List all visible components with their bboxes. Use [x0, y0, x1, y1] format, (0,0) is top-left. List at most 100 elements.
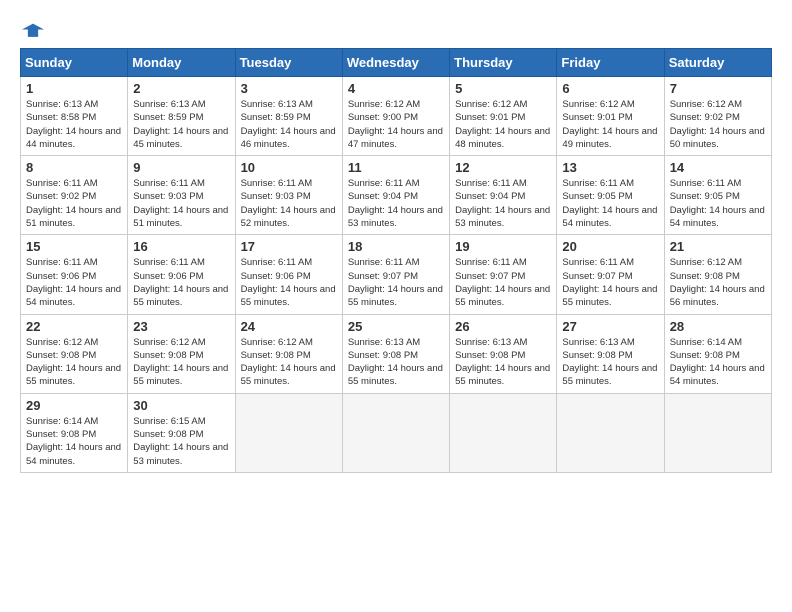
day-info: Sunrise: 6:14 AM Sunset: 9:08 PM Dayligh… [670, 336, 766, 389]
day-info: Sunrise: 6:11 AM Sunset: 9:06 PM Dayligh… [241, 256, 337, 309]
calendar-day: 10 Sunrise: 6:11 AM Sunset: 9:03 PM Dayl… [235, 156, 342, 235]
calendar-day: 8 Sunrise: 6:11 AM Sunset: 9:02 PM Dayli… [21, 156, 128, 235]
calendar-day: 21 Sunrise: 6:12 AM Sunset: 9:08 PM Dayl… [664, 235, 771, 314]
day-info: Sunrise: 6:12 AM Sunset: 9:08 PM Dayligh… [670, 256, 766, 309]
header-monday: Monday [128, 49, 235, 77]
calendar-day: 27 Sunrise: 6:13 AM Sunset: 9:08 PM Dayl… [557, 314, 664, 393]
calendar-day-empty [235, 393, 342, 472]
calendar-day: 30 Sunrise: 6:15 AM Sunset: 9:08 PM Dayl… [128, 393, 235, 472]
day-info: Sunrise: 6:12 AM Sunset: 9:08 PM Dayligh… [133, 336, 229, 389]
logo [20, 20, 44, 38]
calendar-day: 7 Sunrise: 6:12 AM Sunset: 9:02 PM Dayli… [664, 77, 771, 156]
day-number: 2 [133, 81, 229, 96]
day-number: 5 [455, 81, 551, 96]
day-number: 18 [348, 239, 444, 254]
calendar-day-empty [342, 393, 449, 472]
day-number: 24 [241, 319, 337, 334]
day-number: 7 [670, 81, 766, 96]
day-info: Sunrise: 6:14 AM Sunset: 9:08 PM Dayligh… [26, 415, 122, 468]
day-number: 1 [26, 81, 122, 96]
day-number: 19 [455, 239, 551, 254]
calendar-day: 22 Sunrise: 6:12 AM Sunset: 9:08 PM Dayl… [21, 314, 128, 393]
day-number: 11 [348, 160, 444, 175]
day-number: 14 [670, 160, 766, 175]
calendar-day: 28 Sunrise: 6:14 AM Sunset: 9:08 PM Dayl… [664, 314, 771, 393]
day-number: 10 [241, 160, 337, 175]
calendar-day-empty [450, 393, 557, 472]
day-info: Sunrise: 6:11 AM Sunset: 9:03 PM Dayligh… [133, 177, 229, 230]
calendar-day: 20 Sunrise: 6:11 AM Sunset: 9:07 PM Dayl… [557, 235, 664, 314]
calendar-week-row: 22 Sunrise: 6:12 AM Sunset: 9:08 PM Dayl… [21, 314, 772, 393]
day-number: 26 [455, 319, 551, 334]
header-tuesday: Tuesday [235, 49, 342, 77]
calendar-day: 4 Sunrise: 6:12 AM Sunset: 9:00 PM Dayli… [342, 77, 449, 156]
calendar-day: 26 Sunrise: 6:13 AM Sunset: 9:08 PM Dayl… [450, 314, 557, 393]
logo-icon [22, 20, 44, 42]
day-info: Sunrise: 6:13 AM Sunset: 9:08 PM Dayligh… [562, 336, 658, 389]
calendar-week-row: 1 Sunrise: 6:13 AM Sunset: 8:58 PM Dayli… [21, 77, 772, 156]
day-number: 3 [241, 81, 337, 96]
calendar-day: 6 Sunrise: 6:12 AM Sunset: 9:01 PM Dayli… [557, 77, 664, 156]
calendar-day: 2 Sunrise: 6:13 AM Sunset: 8:59 PM Dayli… [128, 77, 235, 156]
calendar-day: 29 Sunrise: 6:14 AM Sunset: 9:08 PM Dayl… [21, 393, 128, 472]
calendar-day: 19 Sunrise: 6:11 AM Sunset: 9:07 PM Dayl… [450, 235, 557, 314]
day-info: Sunrise: 6:11 AM Sunset: 9:04 PM Dayligh… [348, 177, 444, 230]
day-number: 4 [348, 81, 444, 96]
calendar-day: 23 Sunrise: 6:12 AM Sunset: 9:08 PM Dayl… [128, 314, 235, 393]
calendar-day: 24 Sunrise: 6:12 AM Sunset: 9:08 PM Dayl… [235, 314, 342, 393]
day-info: Sunrise: 6:11 AM Sunset: 9:07 PM Dayligh… [348, 256, 444, 309]
day-info: Sunrise: 6:13 AM Sunset: 8:59 PM Dayligh… [133, 98, 229, 151]
calendar-day: 18 Sunrise: 6:11 AM Sunset: 9:07 PM Dayl… [342, 235, 449, 314]
day-info: Sunrise: 6:11 AM Sunset: 9:06 PM Dayligh… [133, 256, 229, 309]
day-number: 21 [670, 239, 766, 254]
header-wednesday: Wednesday [342, 49, 449, 77]
header-friday: Friday [557, 49, 664, 77]
calendar-day: 3 Sunrise: 6:13 AM Sunset: 8:59 PM Dayli… [235, 77, 342, 156]
calendar-header-row: SundayMondayTuesdayWednesdayThursdayFrid… [21, 49, 772, 77]
day-info: Sunrise: 6:13 AM Sunset: 8:59 PM Dayligh… [241, 98, 337, 151]
day-info: Sunrise: 6:12 AM Sunset: 9:02 PM Dayligh… [670, 98, 766, 151]
day-info: Sunrise: 6:13 AM Sunset: 9:08 PM Dayligh… [455, 336, 551, 389]
calendar-day-empty [557, 393, 664, 472]
day-number: 25 [348, 319, 444, 334]
day-info: Sunrise: 6:12 AM Sunset: 9:08 PM Dayligh… [241, 336, 337, 389]
calendar-day: 1 Sunrise: 6:13 AM Sunset: 8:58 PM Dayli… [21, 77, 128, 156]
calendar-day: 15 Sunrise: 6:11 AM Sunset: 9:06 PM Dayl… [21, 235, 128, 314]
day-info: Sunrise: 6:13 AM Sunset: 9:08 PM Dayligh… [348, 336, 444, 389]
day-info: Sunrise: 6:11 AM Sunset: 9:06 PM Dayligh… [26, 256, 122, 309]
day-info: Sunrise: 6:11 AM Sunset: 9:07 PM Dayligh… [562, 256, 658, 309]
calendar-day-empty [664, 393, 771, 472]
day-number: 17 [241, 239, 337, 254]
day-info: Sunrise: 6:12 AM Sunset: 9:01 PM Dayligh… [455, 98, 551, 151]
calendar-day: 17 Sunrise: 6:11 AM Sunset: 9:06 PM Dayl… [235, 235, 342, 314]
day-number: 16 [133, 239, 229, 254]
header-sunday: Sunday [21, 49, 128, 77]
day-number: 27 [562, 319, 658, 334]
calendar-table: SundayMondayTuesdayWednesdayThursdayFrid… [20, 48, 772, 473]
day-number: 29 [26, 398, 122, 413]
day-info: Sunrise: 6:15 AM Sunset: 9:08 PM Dayligh… [133, 415, 229, 468]
day-number: 30 [133, 398, 229, 413]
day-number: 15 [26, 239, 122, 254]
day-number: 23 [133, 319, 229, 334]
calendar-day: 25 Sunrise: 6:13 AM Sunset: 9:08 PM Dayl… [342, 314, 449, 393]
day-number: 6 [562, 81, 658, 96]
calendar-day: 9 Sunrise: 6:11 AM Sunset: 9:03 PM Dayli… [128, 156, 235, 235]
day-info: Sunrise: 6:12 AM Sunset: 9:01 PM Dayligh… [562, 98, 658, 151]
day-info: Sunrise: 6:11 AM Sunset: 9:02 PM Dayligh… [26, 177, 122, 230]
calendar-day: 13 Sunrise: 6:11 AM Sunset: 9:05 PM Dayl… [557, 156, 664, 235]
calendar-week-row: 15 Sunrise: 6:11 AM Sunset: 9:06 PM Dayl… [21, 235, 772, 314]
page-header [20, 20, 772, 38]
day-number: 8 [26, 160, 122, 175]
day-info: Sunrise: 6:12 AM Sunset: 9:00 PM Dayligh… [348, 98, 444, 151]
calendar-day: 16 Sunrise: 6:11 AM Sunset: 9:06 PM Dayl… [128, 235, 235, 314]
calendar-week-row: 29 Sunrise: 6:14 AM Sunset: 9:08 PM Dayl… [21, 393, 772, 472]
calendar-day: 11 Sunrise: 6:11 AM Sunset: 9:04 PM Dayl… [342, 156, 449, 235]
day-info: Sunrise: 6:11 AM Sunset: 9:05 PM Dayligh… [562, 177, 658, 230]
calendar-day: 14 Sunrise: 6:11 AM Sunset: 9:05 PM Dayl… [664, 156, 771, 235]
day-number: 22 [26, 319, 122, 334]
day-number: 20 [562, 239, 658, 254]
day-info: Sunrise: 6:12 AM Sunset: 9:08 PM Dayligh… [26, 336, 122, 389]
header-thursday: Thursday [450, 49, 557, 77]
day-info: Sunrise: 6:11 AM Sunset: 9:04 PM Dayligh… [455, 177, 551, 230]
